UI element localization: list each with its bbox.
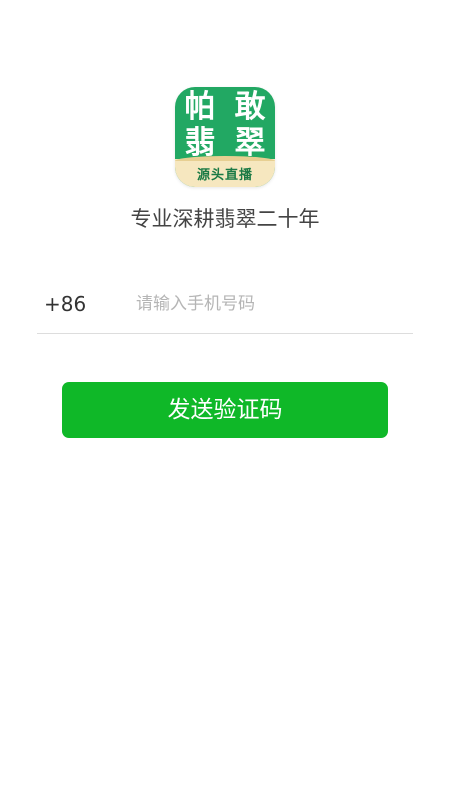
logo-text: 帕 敢 翡 翠: [175, 89, 275, 161]
logo-tagline: 源头直播: [196, 167, 253, 183]
logo-tagline-band: 源头直播: [175, 156, 275, 187]
logo-char: 帕: [184, 88, 216, 125]
app-logo: 帕 敢 翡 翠 源头直播: [175, 87, 275, 187]
phone-number-input[interactable]: [136, 287, 406, 321]
login-screen: 帕 敢 翡 翠 源头直播 专业深耕翡翠二十年 +86 发送验证码: [0, 0, 450, 800]
phone-input-row: +86: [37, 281, 413, 334]
country-code-selector[interactable]: +86: [44, 281, 86, 327]
app-slogan: 专业深耕翡翠二十年: [130, 207, 320, 231]
logo-char: 敢: [234, 88, 266, 125]
send-code-button[interactable]: 发送验证码: [62, 382, 388, 438]
